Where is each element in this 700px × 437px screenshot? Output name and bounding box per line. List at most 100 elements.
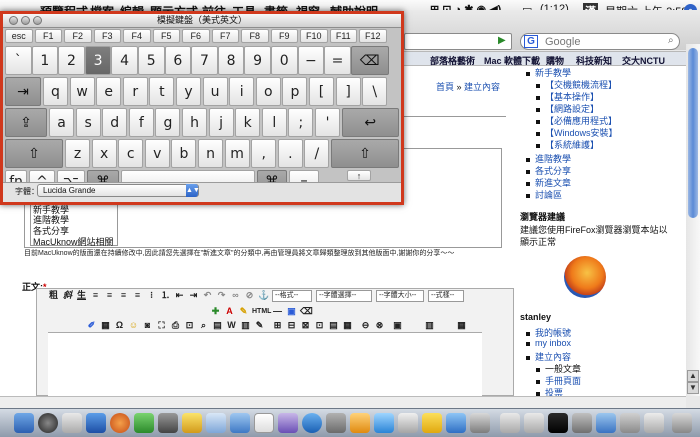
app-icon[interactable] bbox=[446, 413, 466, 433]
print-icon[interactable]: ⎙ bbox=[170, 320, 181, 331]
bullet-list-icon[interactable]: ⁝ bbox=[146, 290, 157, 301]
key-n[interactable]: n bbox=[198, 139, 223, 168]
key-caps-lock[interactable]: ⇪ bbox=[5, 108, 47, 137]
align-center-icon[interactable]: ≡ bbox=[104, 290, 115, 301]
key-t[interactable]: t bbox=[149, 77, 175, 106]
app-icon[interactable] bbox=[620, 413, 640, 433]
template-icon[interactable]: ▥ bbox=[240, 320, 251, 331]
vlc-icon[interactable] bbox=[350, 413, 370, 433]
network-icon[interactable] bbox=[302, 413, 322, 433]
redo-icon[interactable]: ↷ bbox=[216, 290, 227, 301]
key-f8[interactable]: F8 bbox=[241, 29, 269, 43]
breadcrumb-current[interactable]: 建立內容 bbox=[464, 82, 500, 92]
stickies-icon[interactable] bbox=[182, 413, 202, 433]
key-d[interactable]: d bbox=[102, 108, 128, 137]
folder-icon[interactable] bbox=[524, 413, 544, 433]
cleanup-icon[interactable]: ⌫ bbox=[300, 306, 313, 317]
app-icon[interactable] bbox=[644, 413, 664, 433]
delete-col-icon[interactable]: ⊗ bbox=[374, 320, 385, 331]
key-j[interactable]: j bbox=[208, 108, 234, 137]
nav-sub-item[interactable]: 【系統維護】 bbox=[536, 138, 599, 151]
horizontal-scrollbar[interactable] bbox=[0, 396, 686, 408]
app-icon[interactable] bbox=[596, 413, 616, 433]
ical-icon[interactable] bbox=[254, 413, 274, 433]
editor-text-area[interactable] bbox=[48, 332, 482, 396]
key-q[interactable]: q bbox=[43, 77, 68, 106]
search-input[interactable]: Google bbox=[520, 33, 680, 50]
delete-row-icon[interactable]: ⊖ bbox=[360, 320, 371, 331]
key-delete[interactable]: ⌫ bbox=[350, 46, 389, 75]
terminal-icon[interactable] bbox=[158, 413, 178, 433]
key-f1[interactable]: F1 bbox=[34, 29, 62, 43]
fullscreen-icon[interactable]: ⛶ bbox=[156, 320, 167, 331]
keyboard-viewer-titlebar[interactable]: 模擬鍵盤（美式英文） bbox=[3, 14, 401, 28]
key-f10[interactable]: F10 bbox=[300, 29, 328, 43]
key-y[interactable]: y bbox=[176, 77, 201, 106]
text-color-icon[interactable]: A bbox=[224, 306, 235, 317]
table-icon[interactable]: ▦ bbox=[100, 320, 111, 331]
format-select[interactable]: --格式-- bbox=[272, 290, 312, 302]
search-go-icon[interactable]: ⌕ bbox=[668, 35, 674, 46]
indent-icon[interactable]: ⇥ bbox=[188, 290, 199, 301]
key-k[interactable]: k bbox=[235, 108, 261, 137]
key-p[interactable]: p bbox=[282, 77, 308, 106]
app-icon[interactable] bbox=[374, 413, 394, 433]
align-right-icon[interactable]: ≡ bbox=[118, 290, 129, 301]
go-icon[interactable]: ▶ bbox=[498, 35, 506, 46]
align-left-icon[interactable]: ≡ bbox=[90, 290, 101, 301]
justify-icon[interactable]: ≡ bbox=[132, 290, 143, 301]
html-button[interactable]: HTML bbox=[252, 306, 271, 317]
key-f12[interactable]: F12 bbox=[359, 29, 387, 43]
key-0[interactable]: 0 bbox=[271, 46, 298, 75]
key-w[interactable]: w bbox=[69, 77, 95, 106]
folder-icon[interactable] bbox=[500, 413, 520, 433]
key-f[interactable]: f bbox=[128, 108, 154, 137]
safari-icon[interactable] bbox=[86, 413, 106, 433]
paste-word-icon[interactable]: W bbox=[226, 320, 237, 331]
key-c[interactable]: c bbox=[118, 139, 144, 168]
unlink-icon[interactable]: ⊘ bbox=[244, 290, 255, 301]
key-f4[interactable]: F4 bbox=[123, 29, 151, 43]
key-g[interactable]: g bbox=[155, 108, 181, 137]
nav-forum[interactable]: 討論區 bbox=[526, 188, 562, 201]
key-o[interactable]: o bbox=[255, 77, 281, 106]
firefox-dock-icon[interactable] bbox=[110, 413, 130, 433]
highlight-icon[interactable]: ✎ bbox=[238, 306, 249, 317]
key-i[interactable]: i bbox=[229, 77, 255, 106]
dashboard-icon[interactable] bbox=[38, 413, 58, 433]
key-quote[interactable]: ' bbox=[315, 108, 340, 137]
key-l[interactable]: l bbox=[261, 108, 287, 137]
key-backtick[interactable]: ` bbox=[5, 46, 32, 75]
key-6[interactable]: 6 bbox=[164, 46, 192, 75]
key-a[interactable]: a bbox=[49, 108, 74, 137]
key-z[interactable]: z bbox=[65, 139, 90, 168]
app-icon[interactable] bbox=[422, 413, 442, 433]
google-engine-icon[interactable]: G bbox=[524, 35, 538, 48]
finder-icon[interactable] bbox=[14, 413, 34, 433]
key-7[interactable]: 7 bbox=[191, 46, 218, 75]
key-minus[interactable]: − bbox=[297, 46, 325, 75]
key-5[interactable]: 5 bbox=[138, 46, 165, 75]
horizontal-rule-icon[interactable]: — bbox=[272, 306, 283, 317]
user-inbox-link[interactable]: my inbox bbox=[526, 338, 571, 348]
key-2[interactable]: 2 bbox=[58, 46, 85, 75]
key-comma[interactable]: , bbox=[251, 139, 277, 168]
key-f7[interactable]: F7 bbox=[211, 29, 239, 43]
search-replace-icon[interactable]: ⌕ bbox=[198, 320, 209, 331]
anchor-icon[interactable]: ⚓ bbox=[258, 290, 269, 301]
emoticon-icon[interactable]: ☺ bbox=[128, 320, 139, 331]
row-props-icon[interactable]: ▤ bbox=[328, 320, 339, 331]
key-v[interactable]: v bbox=[144, 139, 170, 168]
underline-icon[interactable]: 生 bbox=[76, 290, 87, 301]
key-up[interactable]: ↑ bbox=[347, 170, 371, 181]
key-f11[interactable]: F11 bbox=[329, 29, 357, 43]
scroll-down-icon[interactable]: ▼ bbox=[687, 382, 699, 394]
app-icon[interactable] bbox=[572, 413, 592, 433]
url-bar[interactable] bbox=[404, 33, 512, 50]
key-3[interactable]: 3 bbox=[84, 46, 112, 75]
key-backslash[interactable]: \ bbox=[362, 77, 388, 106]
key-m[interactable]: m bbox=[224, 139, 250, 168]
outdent-icon[interactable]: ⇤ bbox=[174, 290, 185, 301]
merge-cells-icon[interactable]: ⊠ bbox=[300, 320, 311, 331]
app-icon[interactable] bbox=[470, 413, 490, 433]
